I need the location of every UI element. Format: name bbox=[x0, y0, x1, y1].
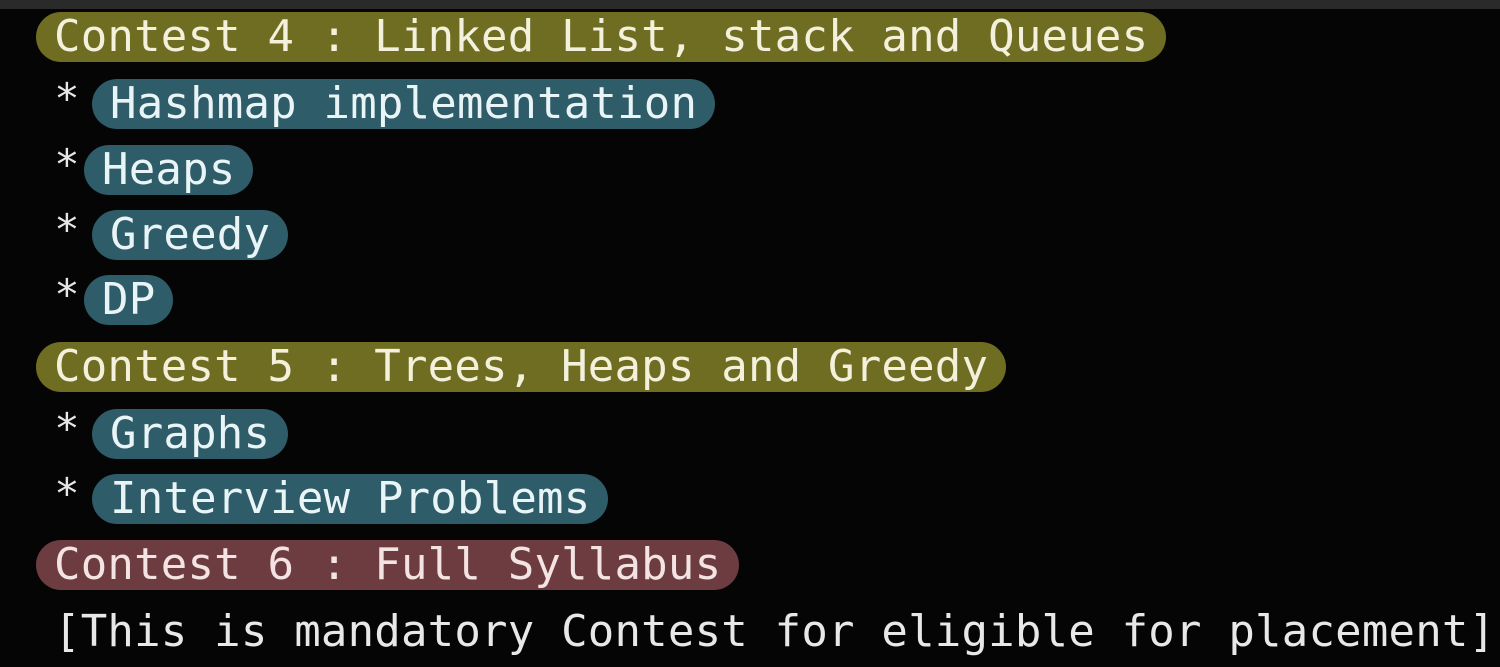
item-interview-problems: Interview Problems bbox=[92, 474, 609, 524]
contest-4-line: Contest 4 : Linked List, stack and Queue… bbox=[36, 4, 1167, 70]
bullet-icon: * bbox=[54, 403, 80, 453]
bullet-icon: * bbox=[54, 204, 80, 254]
item-dp: DP bbox=[84, 275, 174, 325]
placement-note-line: [This is mandatory Contest for eligible … bbox=[54, 598, 1495, 664]
list-item: * Hashmap implementation bbox=[50, 71, 716, 137]
list-item: * Graphs bbox=[50, 401, 289, 467]
bullet-icon: * bbox=[54, 468, 80, 518]
item-heaps: Heaps bbox=[84, 145, 254, 195]
contest-5-line: Contest 5 : Trees, Heaps and Greedy bbox=[36, 334, 1007, 400]
contest-6-line: Contest 6 : Full Syllabus bbox=[36, 532, 740, 598]
bullet-icon: * bbox=[54, 269, 80, 319]
contest-6-heading: Contest 6 : Full Syllabus bbox=[36, 540, 740, 590]
placement-note: [This is mandatory Contest for eligible … bbox=[54, 605, 1496, 657]
item-hashmap-implementation: Hashmap implementation bbox=[92, 79, 716, 129]
bullet-icon: * bbox=[54, 139, 80, 189]
list-item: * DP bbox=[50, 267, 174, 333]
contest-5-heading: Contest 5 : Trees, Heaps and Greedy bbox=[36, 342, 1007, 392]
list-item: * Greedy bbox=[50, 202, 289, 268]
list-item: * Interview Problems bbox=[50, 466, 609, 532]
item-graphs: Graphs bbox=[92, 409, 289, 459]
contest-4-heading: Contest 4 : Linked List, stack and Queue… bbox=[36, 12, 1167, 62]
list-item: * Heaps bbox=[50, 137, 254, 203]
bullet-icon: * bbox=[54, 73, 80, 123]
item-greedy: Greedy bbox=[92, 210, 289, 260]
